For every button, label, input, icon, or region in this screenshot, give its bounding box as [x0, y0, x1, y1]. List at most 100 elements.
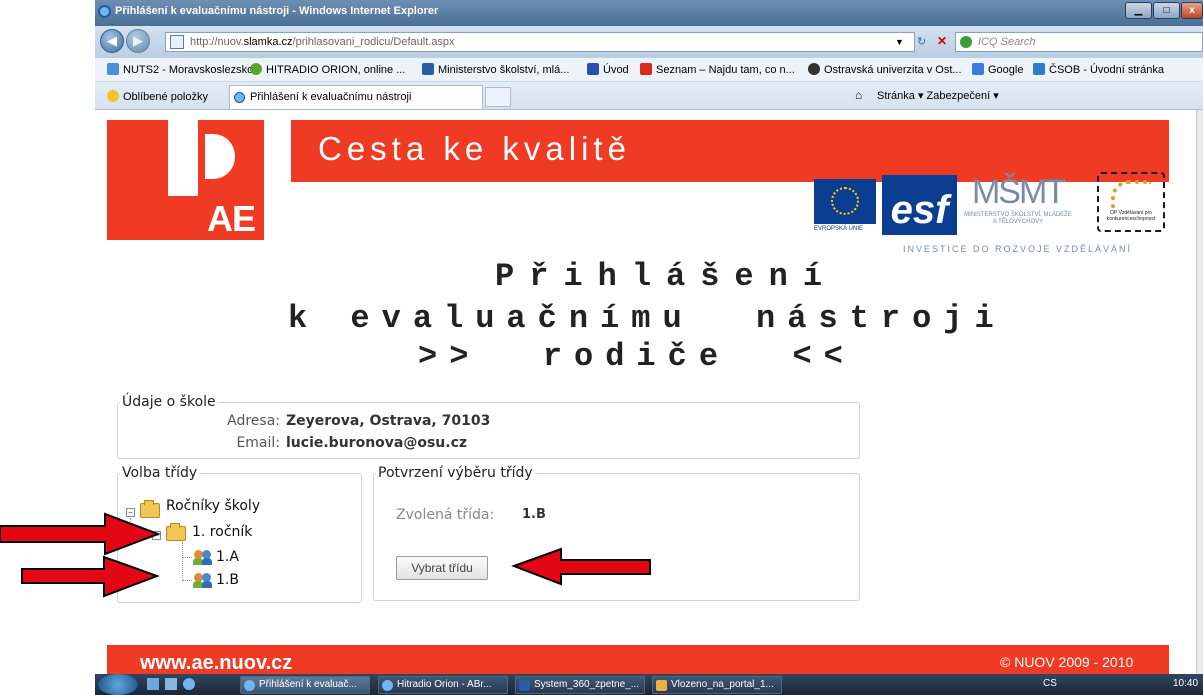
favorites-button[interactable]: Oblíbené položky — [107, 90, 208, 103]
clock[interactable]: 10:40 — [1173, 678, 1198, 689]
logo-text: AE — [207, 198, 256, 239]
window-title-bar: Přihlášení k evaluačnímu nástroji - Wind… — [95, 0, 1203, 26]
select-class-button[interactable]: Vybrat třídu — [396, 556, 488, 580]
page-heading-line1: Přihlášení — [495, 258, 838, 295]
msmt-text: MŠMT — [971, 173, 1066, 211]
page-heading-line3: >> rodiče << — [418, 338, 855, 375]
tab-label: Přihlášení k evaluačnímu nástroji — [250, 91, 412, 103]
email-label: Email: — [236, 435, 280, 451]
favorite-label: Úvod — [603, 64, 629, 76]
favorite-label: Seznam – Najdu tam, co n... — [656, 64, 795, 76]
home-icon[interactable]: ⌂ — [855, 88, 862, 102]
back-button[interactable]: ◀ — [100, 29, 124, 53]
tree-node-class-b[interactable]: 1.B — [216, 572, 239, 588]
url-dropdown-icon[interactable]: ▼ — [895, 37, 904, 47]
tree-node-year[interactable]: 1. ročník — [192, 524, 252, 540]
switch-windows-icon[interactable] — [165, 678, 177, 690]
favorite-label: Ostravská univerzita v Ost... — [824, 64, 962, 76]
favorites-label: Oblíbené položky — [123, 91, 208, 103]
taskbar-item-label: System_360_zpetne_... — [534, 679, 640, 690]
minimize-button[interactable]: ▁ — [1125, 2, 1152, 19]
logo-cut — [168, 120, 198, 196]
arrow-1-icon — [0, 512, 161, 556]
taskbar-item-label: Přihlášení k evaluač... — [259, 679, 357, 690]
class-select-legend: Volba třídy — [120, 465, 200, 481]
investice-tagline: INVESTICE DO ROZVOJE VZDĚLÁVÁNÍ — [903, 244, 1133, 254]
ie-icon — [382, 680, 393, 691]
stop-icon[interactable]: ✕ — [937, 34, 947, 48]
scrollbar[interactable] — [1196, 110, 1203, 674]
page-icon — [107, 63, 119, 75]
banner-slogan: Cesta ke kvalitě — [318, 130, 631, 167]
taskbar-item-4[interactable]: Vlozeno_na_portal_1... — [652, 676, 782, 694]
selected-class-value: 1.B — [522, 507, 546, 522]
command-bar[interactable]: Stránka ▾ Zabezpečení ▾ — [877, 89, 999, 102]
show-desktop-icon[interactable] — [147, 678, 159, 690]
email-value: lucie.buronova@osu.cz — [286, 435, 468, 451]
seznam-icon — [640, 63, 652, 75]
window-title: Přihlášení k evaluačnímu nástroji - Wind… — [115, 5, 439, 17]
ie-icon — [234, 92, 245, 103]
ie-icon — [244, 680, 255, 691]
ie-icon — [98, 5, 111, 18]
taskbar-item-2[interactable]: Hitradio Orion - ABr... — [378, 676, 508, 694]
tree-node-class-a[interactable]: 1.A — [216, 549, 239, 565]
favorite-link-8[interactable]: ČSOB - Úvodní stránka — [1033, 63, 1164, 76]
address-label: Adresa: — [227, 413, 280, 429]
favorite-link-2[interactable]: HITRADIO ORION, online ... — [250, 63, 405, 76]
footer-url[interactable]: www.ae.nuov.cz — [140, 652, 292, 675]
google-icon — [972, 63, 984, 75]
eu-flag-logo — [814, 179, 876, 224]
partner-logos: EVROPSKÁ UNIE esf MŠMT MINISTERSTVO ŠKOL… — [814, 172, 1169, 242]
close-button[interactable]: x — [1181, 2, 1203, 19]
new-tab-button[interactable] — [485, 87, 511, 107]
tree-line — [182, 580, 192, 581]
favorite-link-5[interactable]: Seznam – Najdu tam, co n... — [640, 63, 795, 76]
arrow-2-icon — [21, 555, 160, 598]
op-arc-icon — [1111, 180, 1151, 208]
page-heading-line2: k evaluačnímu nástroji — [288, 300, 1006, 337]
start-button[interactable] — [98, 674, 138, 695]
search-input[interactable]: ICQ Search — [955, 32, 1203, 52]
favorite-link-1[interactable]: NUTS2 - Moravskoslezsko — [107, 63, 253, 76]
favorite-link-4[interactable]: Úvod — [587, 63, 629, 76]
tree-line — [182, 557, 192, 558]
taskbar-item-label: Vlozeno_na_portal_1... — [671, 679, 774, 690]
eu-caption: EVROPSKÁ UNIE — [814, 226, 864, 232]
page-icon — [170, 35, 184, 49]
footer-copyright: © NUOV 2009 - 2010 — [1000, 654, 1134, 670]
folder-icon — [656, 680, 667, 691]
tree-node-root[interactable]: Ročníky školy — [166, 498, 260, 514]
favorite-label: NUTS2 - Moravskoslezsko — [123, 64, 254, 76]
ie-quicklaunch-icon[interactable] — [183, 678, 195, 690]
language-indicator[interactable]: CS — [1043, 678, 1057, 689]
taskbar-item-3[interactable]: System_360_zpetne_... — [515, 676, 645, 694]
favorite-link-7[interactable]: Google — [972, 63, 1023, 76]
tree-line — [182, 542, 183, 580]
op-caption: OP Vzdělávání pro konkurenceschopnost — [1106, 210, 1156, 222]
radio-icon — [250, 63, 262, 75]
url-field[interactable]: http://nuov.slamka.cz/prihlasovani_rodic… — [165, 32, 915, 52]
op-logo: OP Vzdělávání pro konkurenceschopnost — [1097, 172, 1165, 232]
annotation-arrows-left — [0, 512, 161, 598]
favorite-label: Google — [988, 64, 1024, 76]
forward-button[interactable]: ▶ — [126, 29, 150, 53]
taskbar-item-1[interactable]: Přihlášení k evaluač... — [240, 676, 370, 694]
group-icon — [193, 549, 213, 565]
tab-active[interactable]: Přihlášení k evaluačnímu nástroji — [229, 85, 483, 109]
ae-logo: AE — [107, 120, 264, 240]
favorite-link-3[interactable]: Ministerstvo školství, mlá... — [422, 63, 569, 76]
eu-stars-icon — [831, 187, 859, 215]
url-prefix: http://nuov. — [190, 36, 244, 48]
maximize-button[interactable]: □ — [1153, 2, 1180, 19]
b-icon — [587, 63, 599, 75]
star-icon — [107, 90, 119, 102]
group-icon — [193, 572, 213, 588]
arrow-3-icon — [511, 547, 651, 586]
refresh-icon[interactable]: ↻ — [917, 35, 926, 48]
favorite-link-6[interactable]: Ostravská univerzita v Ost... — [808, 63, 962, 76]
confirm-legend: Potvrzení výběru třídy — [376, 465, 535, 481]
url-path: /prihlasovani_rodicu/Default.aspx — [292, 36, 455, 48]
university-icon — [808, 63, 820, 75]
word-icon — [519, 680, 530, 691]
